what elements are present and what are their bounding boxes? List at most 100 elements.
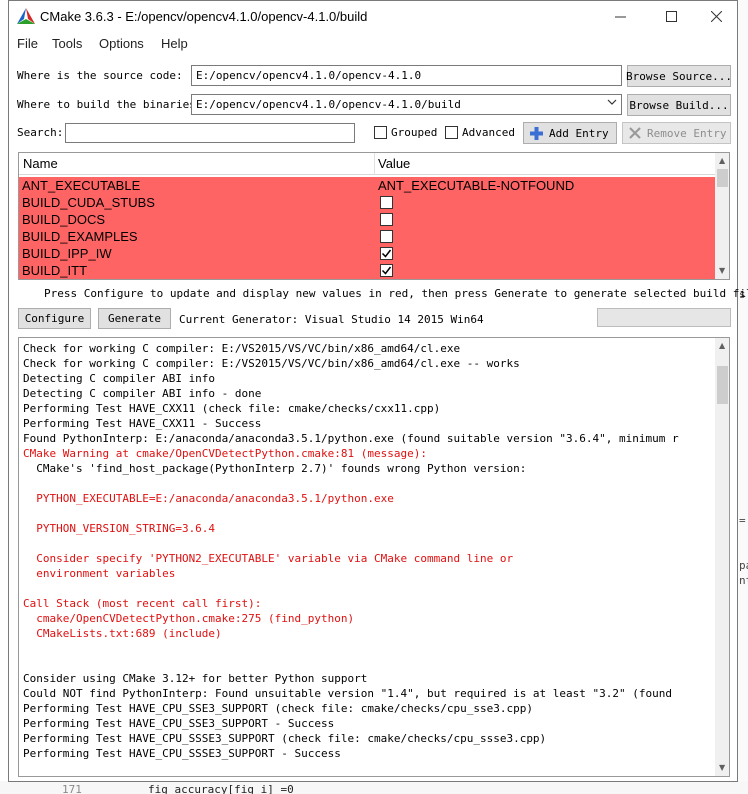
scroll-down-icon[interactable]: ▼	[719, 763, 725, 772]
scroll-up-icon[interactable]: ▲	[719, 156, 725, 165]
log-line: Performing Test HAVE_CPU_SSSE3_SUPPORT -…	[23, 747, 341, 760]
browse-build-button[interactable]: Browse Build...	[627, 94, 731, 116]
table-row[interactable]: BUILD_IPP_IW	[19, 245, 715, 262]
entry-name: BUILD_IPP_IW	[22, 246, 112, 261]
column-header-name[interactable]: Name	[23, 156, 58, 171]
log-line: CMake's 'find_host_package(PythonInterp …	[23, 462, 527, 475]
table-row[interactable]: BUILD_ITT	[19, 262, 715, 279]
entry-checkbox[interactable]	[380, 264, 393, 277]
log-line: Consider using CMake 3.12+ for better Py…	[23, 672, 368, 685]
entry-value[interactable]: ANT_EXECUTABLE-NOTFOUND	[378, 178, 574, 193]
scrollbar-thumb[interactable]	[717, 169, 728, 187]
log-line: Performing Test HAVE_CXX11 - Success	[23, 417, 262, 430]
log-line: Detecting C compiler ABI info	[23, 372, 216, 385]
entry-name: BUILD_ITT	[22, 263, 88, 278]
add-entry-button[interactable]: Add Entry	[523, 122, 617, 144]
background-code-line: fig_accuracy[fig_i] =0	[148, 783, 294, 794]
log-line: Call Stack (most recent call first):	[23, 597, 262, 610]
log-line: cmake/OpenCVDetectPython.cmake:275 (find…	[23, 612, 355, 625]
log-line: PYTHON_EXECUTABLE=E:/anaconda/anaconda3.…	[23, 492, 394, 505]
cache-table[interactable]: Name Value ANT_EXECUTABLE ANT_EXECUTABLE…	[18, 152, 730, 280]
log-line: CMake Warning at cmake/OpenCVDetectPytho…	[23, 447, 427, 460]
source-path-input[interactable]: E:/opencv/opencv4.1.0/opencv-4.1.0	[191, 65, 622, 86]
entry-checkbox[interactable]	[380, 213, 393, 226]
background-text-fragment: nt	[739, 574, 748, 587]
scroll-down-icon[interactable]: ▼	[719, 266, 725, 275]
output-log[interactable]: Check for working C compiler: E:/VS2015/…	[18, 337, 730, 777]
progress-bar	[597, 308, 731, 327]
browse-source-button[interactable]: Browse Source...	[626, 65, 732, 87]
column-divider[interactable]	[374, 153, 375, 175]
source-code-label: Where is the source code:	[17, 69, 183, 82]
table-row[interactable]: BUILD_DOCS	[19, 211, 715, 228]
cmake-window: CMake 3.6.3 - E:/opencv/opencv4.1.0/open…	[8, 0, 748, 782]
cmake-logo-icon	[17, 8, 35, 24]
log-line: Could NOT find PythonInterp: Found unsui…	[23, 687, 673, 700]
grouped-label: Grouped	[391, 126, 438, 139]
build-path-value: E:/opencv/opencv4.1.0/opencv-4.1.0/build	[196, 98, 461, 111]
close-icon[interactable]	[693, 1, 739, 31]
remove-x-icon	[629, 127, 641, 139]
log-line: environment variables	[23, 567, 176, 580]
scrollbar-thumb[interactable]	[717, 366, 728, 404]
log-line: Check for working C compiler: E:/VS2015/…	[23, 342, 461, 355]
chevron-down-icon[interactable]	[607, 98, 617, 109]
search-input[interactable]	[65, 123, 355, 143]
grouped-checkbox[interactable]	[374, 126, 387, 139]
remove-entry-label: Remove Entry	[647, 126, 727, 140]
menu-options[interactable]: Options	[99, 36, 144, 51]
log-line: CMakeLists.txt:689 (include)	[23, 627, 222, 640]
menu-help[interactable]: Help	[161, 36, 188, 51]
log-line: Found PythonInterp: E:/anaconda/anaconda…	[23, 432, 679, 445]
table-row[interactable]: ANT_EXECUTABLE ANT_EXECUTABLE-NOTFOUND	[19, 177, 715, 194]
entry-name: ANT_EXECUTABLE	[22, 178, 141, 193]
column-header-value[interactable]: Value	[378, 156, 410, 171]
background-text-fragment: =	[739, 514, 746, 527]
entry-name: BUILD_EXAMPLES	[22, 229, 138, 244]
log-line: Performing Test HAVE_CXX11 (check file: …	[23, 402, 441, 415]
log-line: Performing Test HAVE_CPU_SSE3_SUPPORT (c…	[23, 702, 533, 715]
checkmark-icon	[381, 266, 392, 275]
current-generator-label: Current Generator: Visual Studio 14 2015…	[179, 313, 484, 326]
entry-checkbox[interactable]	[380, 247, 393, 260]
log-line: PYTHON_VERSION_STRING=3.6.4	[23, 522, 216, 535]
table-header: Name Value	[19, 153, 715, 175]
advanced-label: Advanced	[462, 126, 515, 139]
background-window-edge	[738, 0, 748, 794]
background-editor	[0, 781, 748, 794]
checkmark-icon	[381, 249, 392, 258]
log-line: Consider specify 'PYTHON2_EXECUTABLE' va…	[23, 552, 514, 565]
table-scrollbar[interactable]: ▲ ▼	[715, 153, 729, 279]
window-title: CMake 3.6.3 - E:/opencv/opencv4.1.0/open…	[40, 9, 368, 24]
entry-name: BUILD_CUDA_STUBS	[22, 195, 155, 210]
menu-tools[interactable]: Tools	[52, 36, 82, 51]
configure-button[interactable]: Configure	[18, 308, 91, 329]
log-vertical-scrollbar[interactable]: ▲ ▼	[715, 338, 729, 776]
log-line: Check for working C compiler: E:/VS2015/…	[23, 357, 520, 370]
entry-checkbox[interactable]	[380, 230, 393, 243]
minimize-icon[interactable]	[597, 1, 643, 31]
maximize-icon[interactable]	[648, 1, 694, 31]
menu-file[interactable]: File	[17, 36, 38, 51]
entry-name: BUILD_DOCS	[22, 212, 106, 227]
build-binaries-label: Where to build the binaries:	[17, 98, 203, 111]
background-line-number: 171	[62, 783, 82, 794]
entry-checkbox[interactable]	[380, 196, 393, 209]
scroll-up-icon[interactable]: ▲	[719, 341, 725, 350]
menu-bar: File Tools Options Help	[9, 32, 737, 54]
search-label: Search:	[17, 126, 64, 139]
title-bar[interactable]: CMake 3.6.3 - E:/opencv/opencv4.1.0/open…	[9, 1, 737, 32]
table-row[interactable]: BUILD_CUDA_STUBS	[19, 194, 715, 211]
log-line: Performing Test HAVE_CPU_SSSE3_SUPPORT (…	[23, 732, 547, 745]
build-path-combobox[interactable]: E:/opencv/opencv4.1.0/opencv-4.1.0/build	[191, 94, 622, 115]
log-line: Performing Test HAVE_CPU_SSE3_SUPPORT - …	[23, 717, 335, 730]
background-text-fragment: pa	[739, 559, 748, 572]
generate-button[interactable]: Generate	[98, 308, 171, 329]
configure-hint: Press Configure to update and display ne…	[44, 287, 748, 300]
add-entry-label: Add Entry	[549, 126, 609, 140]
remove-entry-button[interactable]: Remove Entry	[622, 122, 731, 144]
advanced-checkbox[interactable]	[445, 126, 458, 139]
table-row[interactable]: BUILD_EXAMPLES	[19, 228, 715, 245]
plus-icon	[530, 126, 543, 140]
log-line: Detecting C compiler ABI info - done	[23, 387, 262, 400]
